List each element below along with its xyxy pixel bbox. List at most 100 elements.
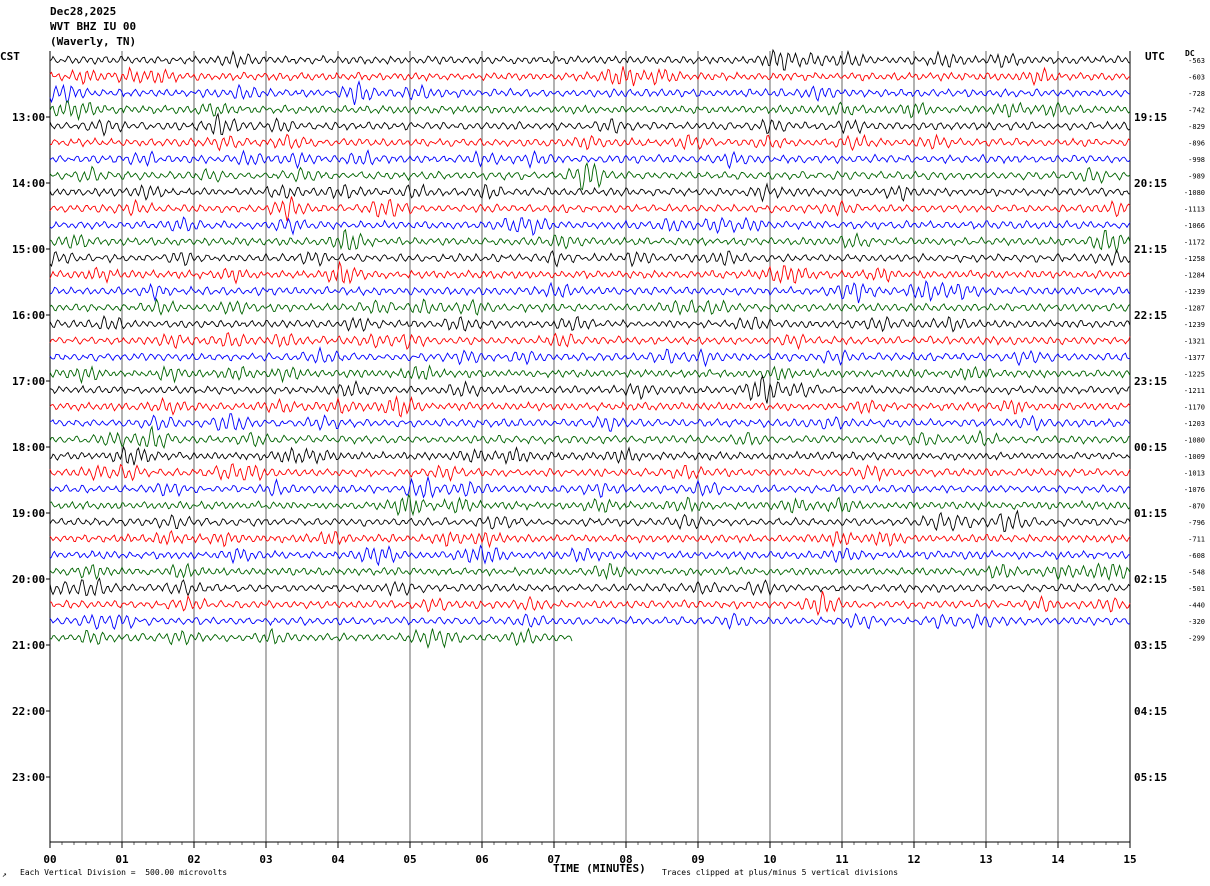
x-tick-label: 09 — [691, 853, 704, 866]
seismic-trace — [49, 332, 1131, 351]
dc-offset-label: -1377 — [1184, 354, 1205, 362]
x-axis-title: TIME (MINUTES) — [553, 862, 646, 875]
left-hour-label: 20:00 — [12, 573, 45, 586]
seismic-trace — [49, 493, 1131, 517]
seismic-trace — [49, 182, 1131, 203]
right-hour-label: 04:15 — [1134, 705, 1167, 718]
seismic-trace — [49, 66, 1131, 87]
helicorder-plot: 00 01 02 03 04 05 06 07 08 09 10 11 12 13 14 1513:0014:… — [12, 48, 1205, 866]
dc-offset-label: -896 — [1188, 140, 1205, 148]
label-layer: 00 01 02 03 04 05 06 07 08 09 10 11 12 13 14 1513:0014:… — [12, 57, 1205, 866]
dc-offset-label: -440 — [1188, 602, 1205, 610]
seismic-trace — [49, 100, 1131, 122]
left-hour-label: 14:00 — [12, 177, 45, 190]
dc-offset-label: -989 — [1188, 173, 1205, 181]
right-hour-label: 05:15 — [1134, 771, 1167, 784]
seismic-trace — [49, 161, 1131, 191]
x-tick-label: 13 — [979, 853, 992, 866]
left-hour-label: 19:00 — [12, 507, 45, 520]
x-tick-label: 10 — [763, 853, 776, 866]
seismic-trace — [49, 577, 1131, 597]
clip-note: Traces clipped at plus/minus 5 vertical … — [662, 868, 899, 877]
x-tick-label: 00 — [43, 853, 56, 866]
dc-offset-label: -1076 — [1184, 486, 1205, 494]
left-hour-label: 18:00 — [12, 441, 45, 454]
x-tick-label: 04 — [331, 853, 345, 866]
seismic-trace — [49, 413, 1131, 432]
left-hour-label: 22:00 — [12, 705, 45, 718]
dc-offset-label: -829 — [1188, 123, 1205, 131]
right-hour-label: 01:15 — [1134, 507, 1167, 520]
seismic-trace — [49, 591, 1131, 617]
dc-offset-label: -1211 — [1184, 387, 1205, 395]
dc-offset-label: -1239 — [1184, 288, 1205, 296]
seismic-trace — [49, 374, 1131, 404]
x-tick-label: 01 — [115, 853, 129, 866]
scale-note: Each Vertical Division = 500.00 microvol… — [20, 868, 228, 877]
x-tick-label: 11 — [835, 853, 849, 866]
seismic-trace — [49, 249, 1131, 268]
dc-offset-label: -1080 — [1184, 189, 1205, 197]
seismic-trace — [49, 627, 573, 649]
seismic-trace — [49, 509, 1131, 533]
right-hour-label: 21:15 — [1134, 243, 1167, 256]
dc-offset-label: -1013 — [1184, 470, 1205, 478]
seismic-trace — [49, 475, 1131, 499]
dc-offset-label: -1287 — [1184, 305, 1205, 313]
seismic-trace — [49, 260, 1131, 285]
right-hour-label: 23:15 — [1134, 375, 1167, 388]
seismic-trace — [49, 297, 1131, 316]
dc-offset-label: -501 — [1188, 585, 1205, 593]
dc-offset-label: -299 — [1188, 635, 1205, 643]
trace-layer — [49, 48, 1131, 649]
dc-offset-label: -1172 — [1184, 239, 1205, 247]
seismic-trace — [49, 612, 1131, 630]
left-hour-label: 13:00 — [12, 111, 45, 124]
dc-offset-label: -320 — [1188, 618, 1205, 626]
dc-offset-label: -1225 — [1184, 371, 1205, 379]
right-hour-label: 03:15 — [1134, 639, 1167, 652]
seismic-trace — [49, 48, 1131, 71]
seismic-trace — [49, 425, 1130, 450]
seismic-trace — [49, 112, 1131, 137]
dc-offset-label: -1113 — [1184, 206, 1205, 214]
dc-offset-label: -1170 — [1184, 404, 1205, 412]
corner-mark-icon: ↗ — [2, 870, 7, 879]
dc-offset-label: -1080 — [1184, 437, 1205, 445]
seismic-trace — [49, 196, 1131, 222]
right-hour-label: 19:15 — [1134, 111, 1167, 124]
seismic-trace — [49, 280, 1131, 304]
seismic-trace — [49, 562, 1131, 582]
seismic-trace — [49, 445, 1131, 466]
x-tick-label: 14 — [1051, 853, 1065, 866]
grid-layer — [46, 51, 1131, 848]
seismic-trace — [49, 544, 1130, 567]
dc-offset-label: -711 — [1188, 536, 1205, 544]
dc-offset-label: -1239 — [1184, 321, 1205, 329]
dc-offset-label: -728 — [1188, 90, 1205, 98]
seismic-trace — [49, 133, 1131, 152]
seismic-trace — [49, 80, 1131, 106]
dc-offset-label: -1258 — [1184, 255, 1205, 263]
left-hour-label: 16:00 — [12, 309, 45, 322]
seismic-trace — [49, 315, 1131, 333]
seismic-trace — [49, 530, 1131, 549]
dc-offset-label: -603 — [1188, 74, 1205, 82]
dc-offset-label: -1203 — [1184, 420, 1205, 428]
right-hour-label: 00:15 — [1134, 441, 1167, 454]
dc-offset-label: -1284 — [1184, 272, 1205, 280]
dc-offset-label: -742 — [1188, 107, 1205, 115]
seismic-trace — [49, 395, 1131, 418]
seismic-trace — [49, 216, 1131, 237]
left-hour-label: 17:00 — [12, 375, 45, 388]
dc-offset-label: -870 — [1188, 503, 1205, 511]
dc-offset-label: -796 — [1188, 519, 1205, 527]
dc-offset-label: -1009 — [1184, 453, 1205, 461]
seismic-trace — [49, 463, 1131, 483]
dc-offset-label: -563 — [1188, 57, 1205, 65]
left-hour-label: 21:00 — [12, 639, 45, 652]
x-tick-label: 15 — [1123, 853, 1136, 866]
x-tick-label: 03 — [259, 853, 272, 866]
right-hour-label: 22:15 — [1134, 309, 1167, 322]
dc-offset-label: -998 — [1188, 156, 1205, 164]
